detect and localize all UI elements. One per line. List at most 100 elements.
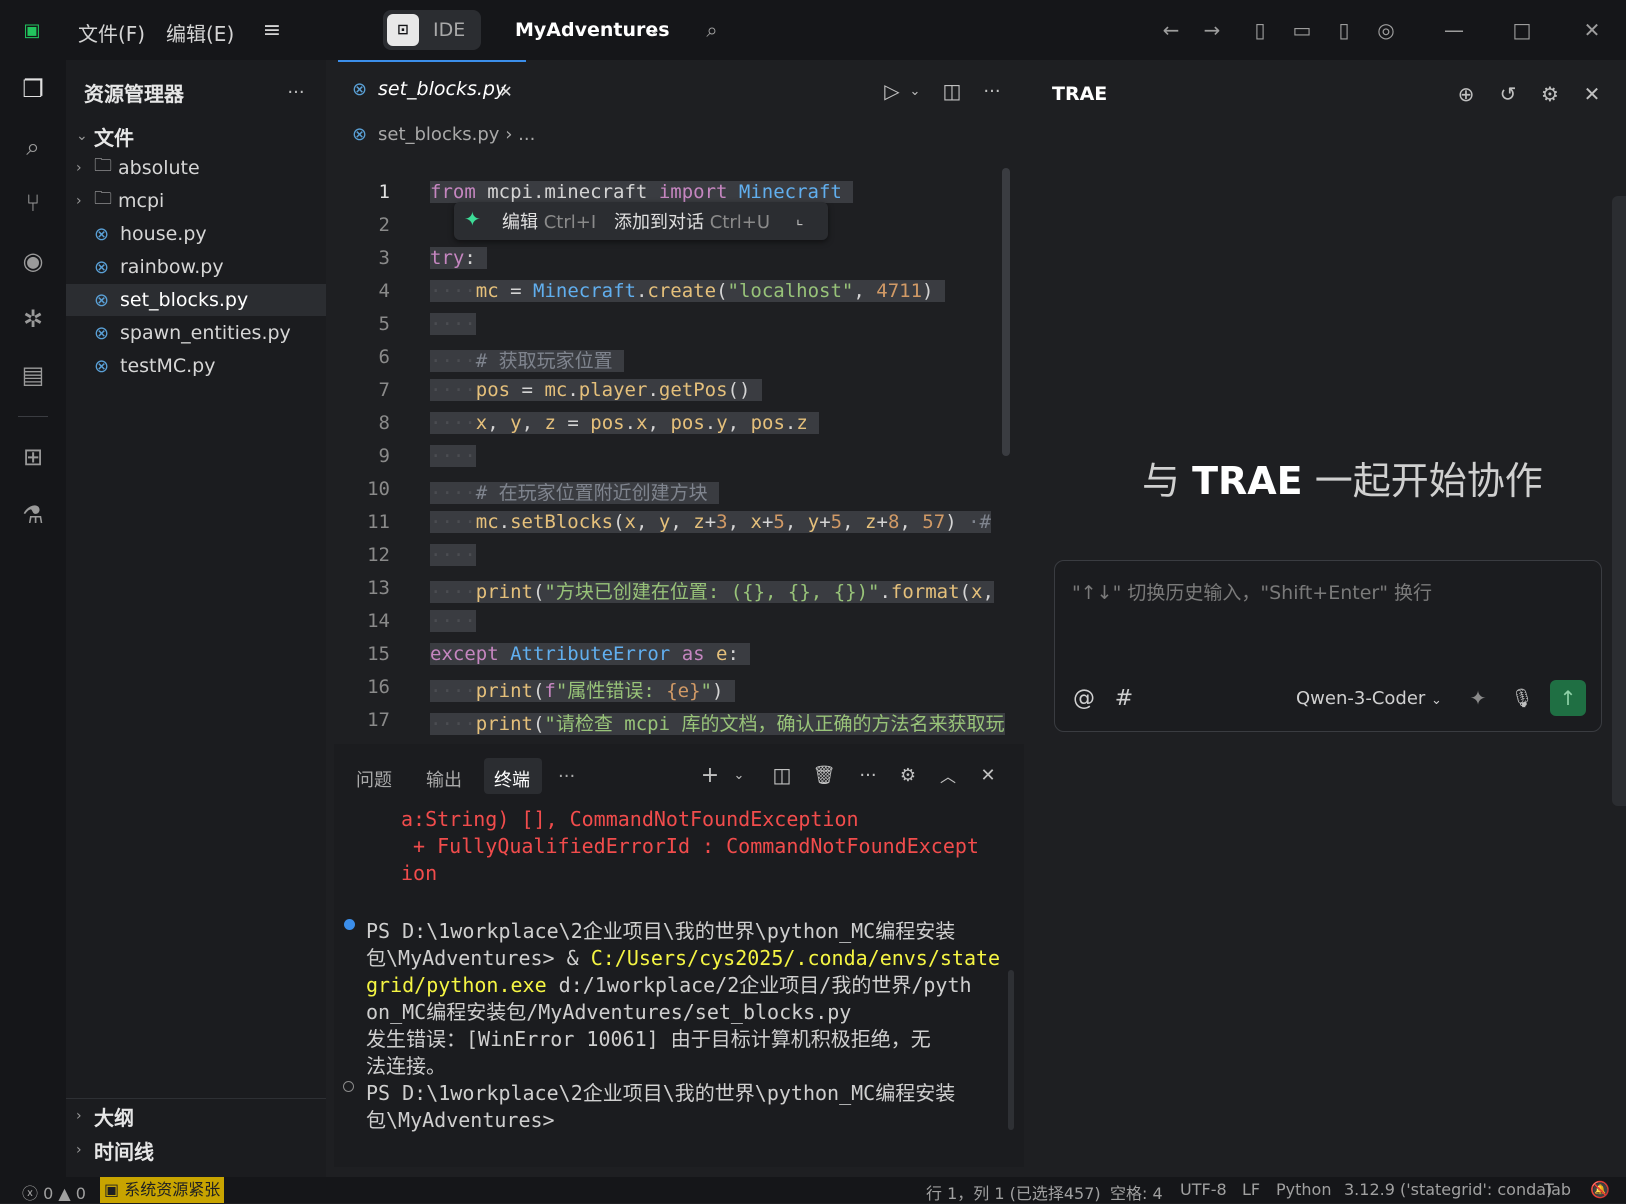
code-line-6[interactable]: ····# 获取玩家位置 bbox=[430, 346, 625, 373]
new-terminal-icon[interactable]: + bbox=[698, 762, 722, 788]
tab-terminal[interactable]: 终端 bbox=[494, 766, 530, 792]
indent-spaces[interactable]: 空格: 4 bbox=[1110, 1180, 1163, 1204]
tab-output[interactable]: 输出 bbox=[426, 766, 462, 792]
source-control-icon[interactable]: ⑂ bbox=[16, 186, 50, 220]
maximize-icon[interactable]: □ bbox=[1508, 16, 1536, 44]
tree-root[interactable]: ⌄ 文件 bbox=[66, 120, 326, 152]
code-line-9[interactable]: ···· bbox=[430, 445, 476, 467]
menu-edit[interactable]: 编辑(E) bbox=[166, 18, 234, 47]
popup-edit-button[interactable]: 编辑 Ctrl+I bbox=[502, 208, 596, 234]
split-editor-icon[interactable]: ◫ bbox=[940, 78, 964, 104]
tab-more[interactable]: ··· bbox=[558, 766, 575, 787]
maximize-panel-icon[interactable]: ︿ bbox=[936, 762, 960, 788]
tree-file[interactable]: ⊗ set_blocks.py bbox=[66, 284, 326, 316]
toggle-right-panel-icon[interactable]: ▯ bbox=[1330, 16, 1358, 44]
editor-scrollbar[interactable] bbox=[1002, 168, 1010, 456]
breadcrumb[interactable]: ⊗ set_blocks.py › ... bbox=[352, 124, 535, 145]
hashtag-icon[interactable]: # bbox=[1110, 684, 1138, 712]
collapse-popup-icon[interactable]: ⌞ bbox=[796, 209, 804, 228]
close-panel-icon[interactable]: ✕ bbox=[976, 762, 1000, 788]
account-icon[interactable]: ◎ bbox=[1372, 16, 1400, 44]
close-tab-icon[interactable]: ✕ bbox=[496, 80, 516, 102]
code-line-13[interactable]: ····print("方块已创建在位置: ({}, {}, {})".forma… bbox=[430, 577, 994, 604]
tree-folder[interactable]: › 🗀 mcpi bbox=[66, 185, 326, 217]
outline-section[interactable]: › 大纲 bbox=[66, 1100, 326, 1132]
language-mode[interactable]: Python bbox=[1276, 1180, 1331, 1199]
close-window-icon[interactable]: ✕ bbox=[1578, 16, 1606, 44]
python-file-icon: ⊗ bbox=[352, 79, 368, 100]
file-encoding[interactable]: UTF-8 bbox=[1180, 1180, 1227, 1199]
tree-file[interactable]: ⊗ house.py bbox=[66, 218, 326, 250]
code-line-17[interactable]: ····print("请检查 mcpi 库的文档，确认正确的方法名来获取玩 bbox=[430, 709, 1005, 736]
panel-settings-icon[interactable]: ⚙ bbox=[896, 762, 920, 788]
chat-input-placeholder[interactable]: "↑↓" 切换历史输入，"Shift+Enter" 换行 bbox=[1072, 578, 1432, 605]
timeline-label: 时间线 bbox=[94, 1139, 154, 1164]
new-chat-icon[interactable]: ⊕ bbox=[1452, 80, 1480, 108]
terminal-scrollbar[interactable] bbox=[1008, 970, 1014, 1130]
tree-file[interactable]: ⊗ rainbow.py bbox=[66, 251, 326, 283]
split-terminal-icon[interactable]: ◫ bbox=[770, 762, 794, 788]
problems-status[interactable]: ⓧ 0 ▲ 0 bbox=[22, 1180, 86, 1204]
tree-item-label: set_blocks.py bbox=[120, 289, 249, 311]
history-icon[interactable]: ↺ bbox=[1494, 80, 1522, 108]
close-chat-icon[interactable]: ✕ bbox=[1578, 80, 1606, 108]
back-arrow-icon[interactable]: ← bbox=[1157, 16, 1185, 44]
right-edge-scrollbar[interactable] bbox=[1612, 196, 1626, 806]
mention-icon[interactable]: @ bbox=[1070, 684, 1098, 712]
code-line-7[interactable]: ····pos = mc.player.getPos() bbox=[430, 379, 762, 401]
run-options-chevron-icon[interactable]: ⌄ bbox=[906, 80, 924, 102]
preview-icon[interactable]: ◉ bbox=[16, 244, 50, 278]
code-line-5[interactable]: ···· bbox=[430, 313, 476, 335]
search-icon[interactable]: ⌕ bbox=[698, 16, 726, 44]
line-ending[interactable]: LF bbox=[1242, 1180, 1260, 1199]
more-actions-icon[interactable]: ··· bbox=[282, 80, 310, 104]
notifications-muted-icon[interactable]: 🔕 bbox=[1590, 1180, 1610, 1199]
toggle-left-panel-icon[interactable]: ▯ bbox=[1246, 16, 1274, 44]
python-interpreter[interactable]: 3.12.9 ('stategrid': conda) bbox=[1344, 1180, 1552, 1199]
settings-gear-icon[interactable]: ⚙ bbox=[1536, 80, 1564, 108]
extensions-icon[interactable]: ⊞ bbox=[16, 440, 50, 474]
timeline-section[interactable]: › 时间线 bbox=[66, 1134, 326, 1166]
toggle-bottom-panel-icon[interactable]: ▭ bbox=[1288, 16, 1316, 44]
code-line-14[interactable]: ···· bbox=[430, 610, 476, 632]
debug-icon[interactable]: ✲ bbox=[16, 302, 50, 336]
code-line-8[interactable]: ····x, y, z = pos.x, pos.y, pos.z bbox=[430, 412, 820, 434]
cursor-position[interactable]: 行 1，列 1 (已选择457) bbox=[926, 1180, 1101, 1204]
terminal-prompt[interactable]: 包\MyAdventures> bbox=[366, 1104, 555, 1133]
tab-problems[interactable]: 问题 bbox=[356, 766, 392, 792]
code-line-3[interactable]: try: bbox=[430, 247, 488, 269]
sparkle-icon[interactable]: ✦ bbox=[1464, 684, 1492, 712]
resource-warning-badge[interactable]: ▣ 系统资源紧张 bbox=[100, 1177, 225, 1203]
hamburger-menu-icon[interactable]: ≡ bbox=[258, 16, 286, 44]
indent-mode[interactable]: Tab bbox=[1544, 1180, 1571, 1199]
code-line-16[interactable]: ····print(f"属性错误: {e}") bbox=[430, 676, 735, 703]
tree-folder[interactable]: › 🗀 absolute bbox=[66, 152, 326, 184]
code-line-11[interactable]: ····mc.setBlocks(x, y, z+3, x+5, y+5, z+… bbox=[430, 511, 991, 533]
forward-arrow-icon[interactable]: → bbox=[1198, 16, 1226, 44]
tree-file[interactable]: ⊗ spawn_entities.py bbox=[66, 317, 326, 349]
terminal-options-chevron-icon[interactable]: ⌄ bbox=[730, 764, 748, 786]
code-line-12[interactable]: ···· bbox=[430, 544, 476, 566]
remote-icon[interactable]: ▤ bbox=[16, 358, 50, 392]
explorer-icon[interactable]: ❐ bbox=[16, 72, 50, 106]
model-selector[interactable]: Qwen-3-Coder ⌄ bbox=[1296, 688, 1442, 709]
microphone-icon[interactable]: 🎙 bbox=[1508, 684, 1536, 712]
run-icon[interactable]: ▷ bbox=[880, 78, 904, 104]
tree-file[interactable]: ⊗ testMC.py bbox=[66, 350, 326, 382]
chevron-down-icon[interactable]: ⌄ bbox=[644, 18, 664, 42]
code-line-1[interactable]: from mcpi.minecraft import Minecraft bbox=[430, 181, 854, 203]
popup-add-to-chat-button[interactable]: 添加到对话 Ctrl+U bbox=[614, 208, 770, 234]
send-button[interactable]: ↑ bbox=[1550, 680, 1586, 716]
command-pending-dot-icon bbox=[343, 1081, 354, 1092]
code-line-15[interactable]: except AttributeError as e: bbox=[430, 643, 751, 665]
minimize-icon[interactable]: — bbox=[1440, 16, 1468, 44]
code-line-10[interactable]: ····# 在玩家位置附近创建方块 bbox=[430, 478, 720, 505]
editor-more-icon[interactable]: ··· bbox=[978, 78, 1006, 104]
menu-file[interactable]: 文件(F) bbox=[78, 18, 145, 47]
search-code-icon[interactable]: ⌕ bbox=[16, 130, 50, 164]
line-number: 11 bbox=[367, 511, 390, 533]
panel-more-icon[interactable]: ··· bbox=[854, 762, 882, 788]
testing-icon[interactable]: ⚗ bbox=[16, 498, 50, 532]
trash-icon[interactable]: 🗑 bbox=[812, 762, 836, 788]
code-line-4[interactable]: ····mc = Minecraft.create("localhost", 4… bbox=[430, 280, 945, 302]
